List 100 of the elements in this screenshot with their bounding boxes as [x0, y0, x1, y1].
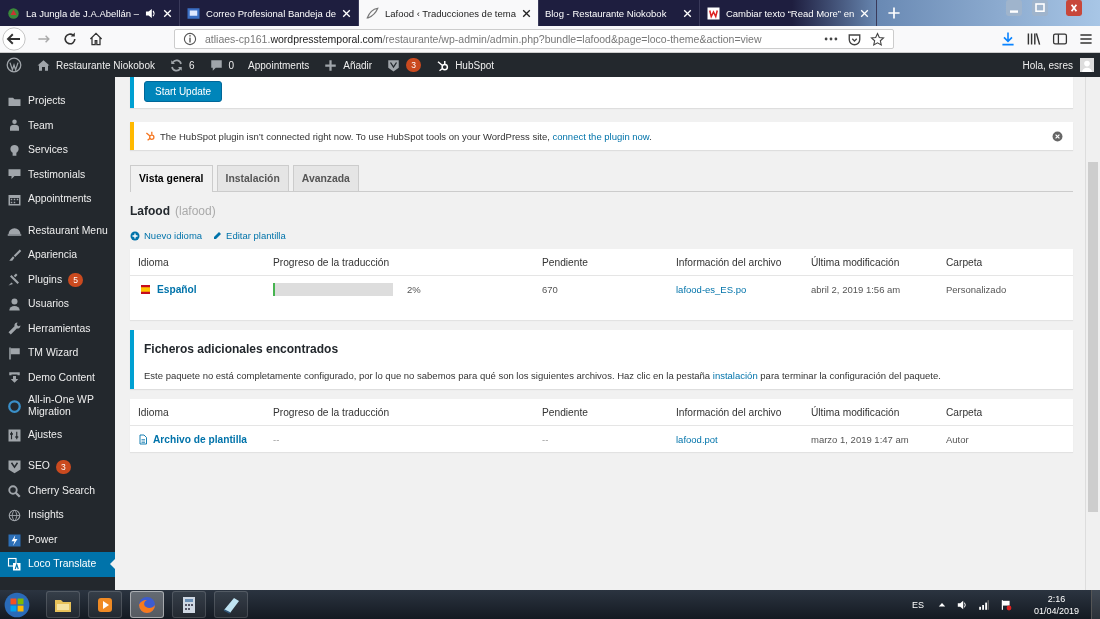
- sidebar-item[interactable]: Team: [0, 113, 115, 138]
- progress-percent: 2%: [407, 283, 421, 295]
- flag-icon[interactable]: [999, 598, 1012, 611]
- url-text: atliaes-cp161.wordpresstemporal.com/restaurante/wp-admin/admin.php?bundle=lafood&page=loco-theme&action=view: [205, 33, 762, 45]
- column-header: Carpeta: [946, 256, 984, 268]
- fox-globe-icon: [137, 594, 157, 615]
- edit-template-link[interactable]: Editar plantilla: [212, 230, 286, 241]
- sidebar-item[interactable]: Testimonials: [0, 162, 115, 187]
- sidebar-item[interactable]: Plugins 5: [0, 267, 115, 292]
- file-name-link[interactable]: Español: [138, 283, 273, 295]
- sidebar-item[interactable]: Appointments: [0, 187, 115, 212]
- sidebar-item[interactable]: Restaurant Menu: [0, 218, 115, 243]
- count-badge: 5: [68, 272, 84, 287]
- file-link[interactable]: lafood-es_ES.po: [676, 283, 811, 295]
- table-cell-text: abril 2, 2019 1:56 am: [811, 283, 902, 295]
- sidebar-icon[interactable]: [1052, 31, 1068, 47]
- appointments-link[interactable]: Appointments: [248, 59, 310, 71]
- column-header: Idioma: [138, 256, 170, 268]
- hubspot-link[interactable]: HubSpot: [435, 57, 495, 73]
- translate-icon: [7, 557, 22, 573]
- sidebar-item[interactable]: Power: [0, 527, 115, 553]
- address-bar[interactable]: atliaes-cp161.wordpresstemporal.com/restaurante/wp-admin/admin.php?bundle=lafood&page=loco-theme&action=view: [174, 29, 894, 49]
- tab[interactable]: Instalación: [216, 165, 289, 191]
- tab[interactable]: Avanzada: [292, 165, 359, 191]
- column-header: Pendiente: [542, 256, 589, 268]
- file-name-link[interactable]: Archivo de plantilla: [138, 433, 273, 445]
- new-language-link[interactable]: Nuevo idioma: [130, 230, 203, 241]
- file-link[interactable]: lafood.pot: [676, 433, 811, 445]
- close-icon[interactable]: [681, 7, 693, 19]
- home-icon[interactable]: [88, 31, 104, 47]
- menu-icon[interactable]: [1078, 31, 1094, 47]
- sidebar-item[interactable]: Loco Translate: [0, 552, 115, 577]
- sidebar-item[interactable]: Ajustes: [0, 422, 115, 448]
- sidebar-item[interactable]: Herramientas: [0, 316, 115, 341]
- start-orb-icon[interactable]: [4, 591, 30, 618]
- sidebar-item[interactable]: Usuarios: [0, 292, 115, 317]
- progress-text: --: [273, 433, 280, 445]
- column-header: Información del archivo: [676, 406, 783, 418]
- taskbar-app[interactable]: [46, 591, 80, 618]
- taskbar-app[interactable]: [172, 591, 206, 618]
- taskbar-app[interactable]: [214, 591, 248, 618]
- plus-icon: [323, 57, 339, 73]
- scrollbar[interactable]: [1085, 77, 1100, 590]
- clock[interactable]: 2:16 01/04/2019: [1033, 592, 1079, 617]
- column-header: Información del archivo: [676, 256, 783, 268]
- language-indicator[interactable]: ES: [911, 599, 924, 610]
- signal-icon[interactable]: [977, 598, 990, 611]
- sidebar-item[interactable]: Projects: [0, 89, 115, 114]
- notice-title: Ficheros adicionales encontrados: [144, 342, 340, 356]
- document-icon: [138, 433, 148, 445]
- sidebar-item[interactable]: Services: [0, 138, 115, 163]
- star-icon[interactable]: [870, 31, 885, 47]
- person-icon: [7, 296, 22, 312]
- sidebar-item[interactable]: Demo Content: [0, 365, 115, 390]
- feather-icon: [364, 5, 380, 21]
- people-icon: [7, 118, 22, 134]
- table-cell-text: Autor: [946, 433, 970, 445]
- taskbar-app[interactable]: [88, 591, 122, 618]
- close-icon[interactable]: [340, 7, 352, 19]
- globe-icon: [7, 508, 22, 524]
- updates-link[interactable]: 6: [168, 57, 195, 73]
- speaker-icon[interactable]: [955, 598, 968, 611]
- flag-icon: [139, 284, 152, 294]
- emblem-icon: [6, 5, 21, 21]
- browser-tab[interactable]: Lafood ‹ Traducciones de tema: [358, 0, 539, 26]
- back-icon[interactable]: [2, 27, 26, 51]
- wordpress-logo-icon[interactable]: [6, 57, 22, 73]
- sliders-icon: [7, 427, 22, 443]
- notice-text: The HubSpot plugin isn’t connected right now. To use HubSpot tools on your WordPress site, connect the plugin now.: [160, 130, 652, 142]
- download-icon[interactable]: [1000, 31, 1016, 47]
- start-update-button[interactable]: Start Update: [144, 81, 223, 102]
- sprocket-icon: [144, 130, 156, 142]
- table-cell-text: --: [542, 433, 550, 445]
- library-icon[interactable]: [1026, 31, 1042, 47]
- sidebar-item[interactable]: All-in-One WP Migration: [0, 390, 115, 423]
- site-name-link[interactable]: Restaurante Niokobok: [36, 57, 155, 73]
- seo-link[interactable]: 3: [386, 57, 422, 73]
- column-header: Última modificación: [811, 406, 901, 418]
- sidebar-item[interactable]: Apariencia: [0, 243, 115, 268]
- sidebar-item[interactable]: Insights: [0, 503, 115, 528]
- speech-bubble-icon: [208, 57, 224, 73]
- pocket-icon[interactable]: [847, 31, 862, 47]
- sidebar-item[interactable]: TM Wizard: [0, 341, 115, 366]
- close-icon[interactable]: [520, 7, 532, 19]
- tab[interactable]: Vista general: [130, 165, 213, 192]
- square-logo-icon: [705, 5, 721, 21]
- column-header: Última modificación: [811, 256, 901, 268]
- close-icon[interactable]: [162, 7, 174, 19]
- sidebar-item[interactable]: SEO 3: [0, 454, 115, 479]
- comments-link[interactable]: 0: [208, 57, 235, 73]
- installation-link[interactable]: instalación: [712, 370, 758, 381]
- reload-icon[interactable]: [62, 31, 78, 47]
- add-new-link[interactable]: Añadir: [323, 57, 373, 73]
- plug-icon: [7, 272, 22, 288]
- plus-icon[interactable]: [887, 6, 902, 20]
- account-menu[interactable]: Hola, esres: [1022, 58, 1094, 72]
- dismiss-icon[interactable]: [1052, 130, 1063, 142]
- sidebar-item[interactable]: Cherry Search: [0, 478, 115, 504]
- bundle-title: Lafood: [130, 204, 170, 218]
- shield-icon: [7, 459, 22, 475]
